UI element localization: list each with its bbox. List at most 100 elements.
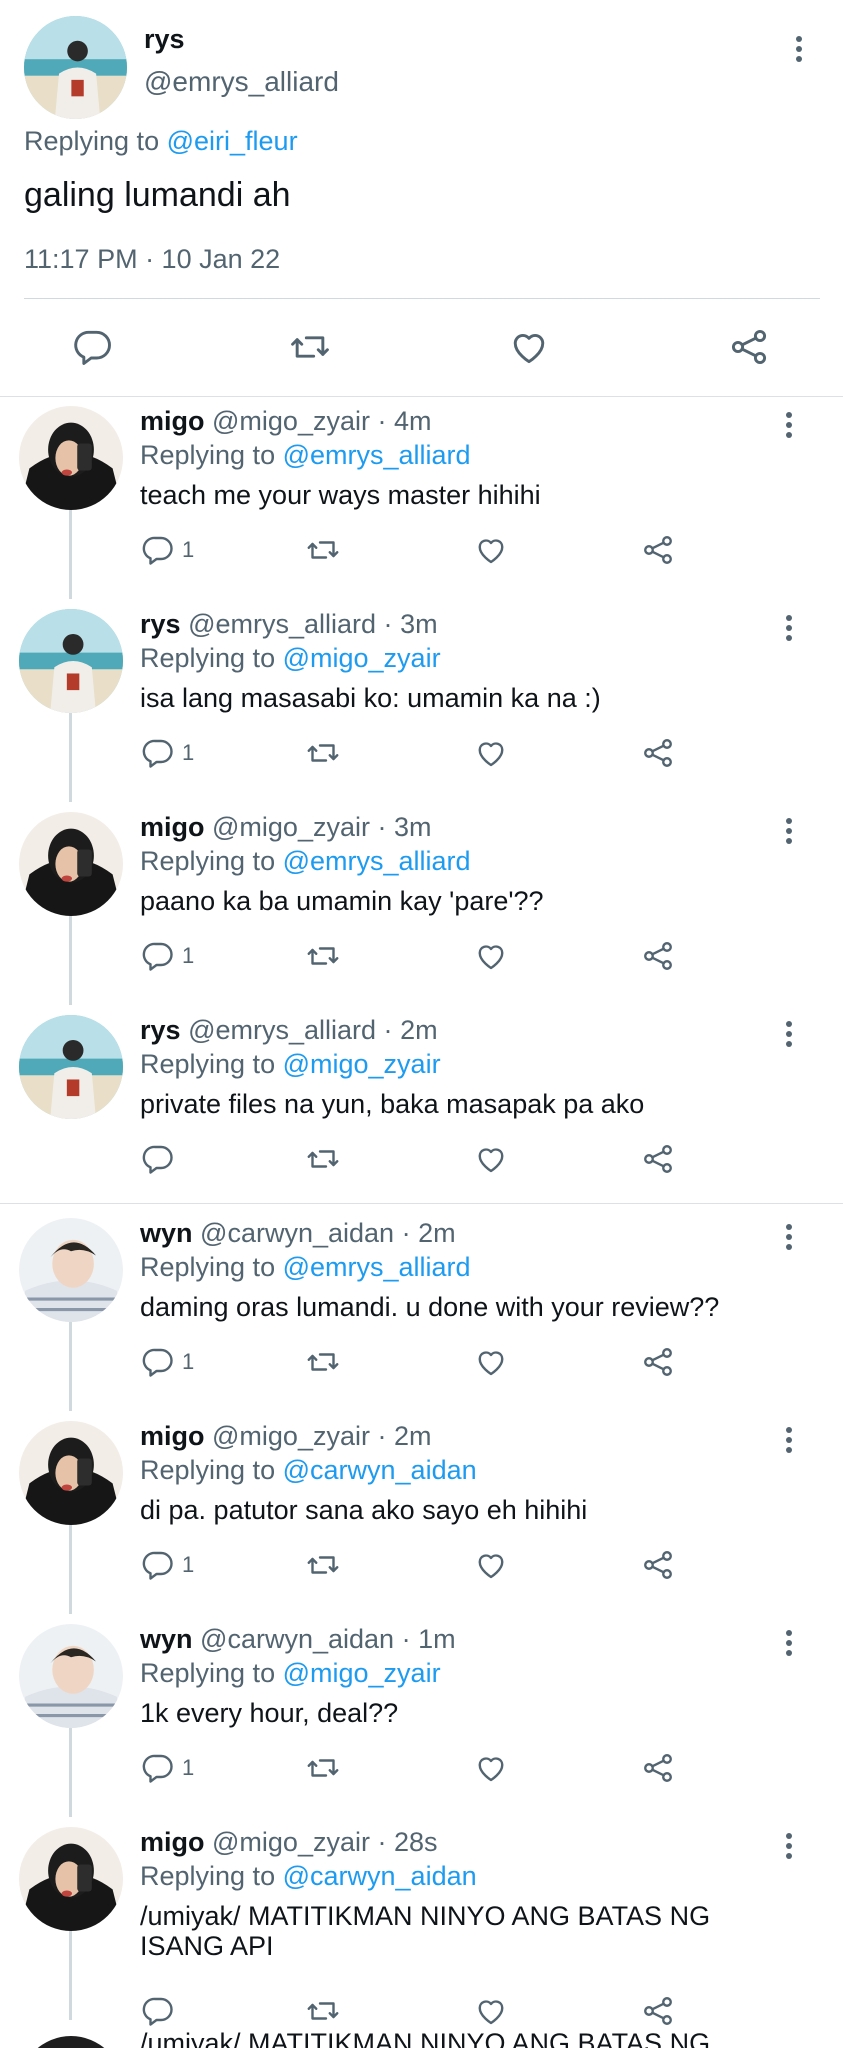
more-options-icon[interactable] (777, 1831, 801, 1861)
retweet-icon[interactable] (305, 938, 341, 974)
author-handle[interactable]: @carwyn_aidan (200, 1218, 394, 1248)
reply-icon[interactable] (140, 1750, 176, 1786)
avatar[interactable] (19, 812, 123, 916)
replying-to-link[interactable]: @carwyn_aidan (283, 1861, 477, 1891)
reply-button[interactable]: 1 (140, 1547, 194, 1583)
reply-time[interactable]: 3m (394, 812, 432, 842)
share-icon[interactable] (640, 532, 676, 568)
author-name[interactable]: rys (140, 609, 181, 639)
like-icon[interactable] (473, 532, 509, 568)
share-icon[interactable] (640, 938, 676, 974)
author-name[interactable]: rys (140, 1015, 181, 1045)
author-handle[interactable]: @emrys_alliard (188, 1015, 376, 1045)
reply-tweet[interactable]: migo @migo_zyair · 4m Replying to @emrys… (0, 396, 843, 599)
share-icon[interactable] (640, 1993, 676, 2029)
author-handle[interactable]: @emrys_alliard (188, 609, 376, 639)
share-icon[interactable] (640, 1547, 676, 1583)
share-icon[interactable] (640, 1344, 676, 1380)
reply-time[interactable]: 2m (418, 1218, 456, 1248)
reply-time[interactable]: 28s (394, 1827, 438, 1857)
replying-to-link[interactable]: @migo_zyair (283, 643, 441, 673)
reply-icon[interactable] (140, 1993, 176, 2029)
like-icon[interactable] (473, 735, 509, 771)
author-name[interactable]: wyn (140, 1218, 193, 1248)
reply-button[interactable]: 1 (140, 1344, 194, 1380)
more-options-icon[interactable] (777, 1222, 801, 1252)
reply-button[interactable] (140, 1993, 182, 2029)
retweet-icon[interactable] (305, 1141, 341, 1177)
reply-button[interactable]: 1 (140, 1750, 194, 1786)
more-options-icon[interactable] (787, 34, 811, 64)
replying-to-link[interactable]: @eiri_fleur (167, 126, 298, 156)
reply-tweet[interactable]: wyn @carwyn_aidan · 2m Replying to @emry… (0, 1208, 843, 1411)
replying-to-link[interactable]: @migo_zyair (283, 1658, 441, 1688)
reply-tweet[interactable]: migo @migo_zyair · 2m Replying to @carwy… (0, 1411, 843, 1614)
replying-to-link[interactable]: @carwyn_aidan (283, 1455, 477, 1485)
reply-button[interactable] (140, 1141, 182, 1177)
reply-time[interactable]: 2m (400, 1015, 438, 1045)
like-icon[interactable] (473, 1993, 509, 2029)
author-handle[interactable]: @migo_zyair (212, 812, 370, 842)
like-icon[interactable] (473, 1750, 509, 1786)
author-name[interactable]: migo (140, 1827, 205, 1857)
author-handle[interactable]: @migo_zyair (212, 406, 370, 436)
reply-button[interactable]: 1 (140, 938, 194, 974)
more-options-icon[interactable] (777, 816, 801, 846)
like-icon[interactable] (473, 1141, 509, 1177)
retweet-icon[interactable] (305, 1344, 341, 1380)
tweet-timestamp[interactable]: 11:17 PM · 10 Jan 22 (24, 244, 280, 275)
more-options-icon[interactable] (777, 410, 801, 440)
author-handle[interactable]: @carwyn_aidan (200, 1624, 394, 1654)
like-icon[interactable] (473, 1344, 509, 1380)
author-name[interactable]: rys (144, 24, 185, 55)
reply-button[interactable]: 1 (140, 532, 194, 568)
avatar[interactable] (19, 1015, 123, 1119)
retweet-icon[interactable] (305, 735, 341, 771)
share-icon[interactable] (640, 735, 676, 771)
reply-time[interactable]: 4m (394, 406, 432, 436)
reply-time[interactable]: 2m (394, 1421, 432, 1451)
avatar[interactable] (19, 1827, 123, 1931)
replying-to-link[interactable]: @migo_zyair (283, 1049, 441, 1079)
reply-button[interactable]: 1 (140, 735, 194, 771)
retweet-icon[interactable] (305, 1750, 341, 1786)
share-icon[interactable] (640, 1141, 676, 1177)
reply-icon[interactable] (140, 735, 176, 771)
author-handle[interactable]: @emrys_alliard (144, 66, 339, 98)
avatar[interactable] (19, 609, 123, 713)
avatar[interactable] (19, 1624, 123, 1728)
more-options-icon[interactable] (777, 1425, 801, 1455)
like-icon[interactable] (473, 1547, 509, 1583)
reply-tweet[interactable]: migo @migo_zyair · 28s Replying to @carw… (0, 1817, 843, 2026)
retweet-icon[interactable] (305, 1547, 341, 1583)
avatar[interactable] (24, 16, 127, 119)
retweet-icon[interactable] (305, 532, 341, 568)
avatar[interactable] (19, 406, 123, 510)
reply-icon[interactable] (140, 1547, 176, 1583)
reply-tweet[interactable]: rys @emrys_alliard · 2m Replying to @mig… (0, 1005, 843, 1208)
share-icon[interactable] (640, 1750, 676, 1786)
author-name[interactable]: migo (140, 1421, 205, 1451)
reply-tweet[interactable]: wyn @carwyn_aidan · 1m Replying to @migo… (0, 1614, 843, 1817)
reply-time[interactable]: 3m (400, 609, 438, 639)
replying-to-link[interactable]: @emrys_alliard (283, 846, 471, 876)
more-options-icon[interactable] (777, 1628, 801, 1658)
replying-to-link[interactable]: @emrys_alliard (283, 440, 471, 470)
author-handle[interactable]: @migo_zyair (212, 1827, 370, 1857)
share-icon[interactable] (727, 325, 771, 369)
like-icon[interactable] (507, 325, 551, 369)
more-options-icon[interactable] (777, 613, 801, 643)
avatar[interactable] (19, 1421, 123, 1525)
author-handle[interactable]: @migo_zyair (212, 1421, 370, 1451)
avatar[interactable] (19, 1218, 123, 1322)
avatar[interactable] (19, 2036, 123, 2048)
reply-icon[interactable] (140, 532, 176, 568)
reply-icon[interactable] (140, 938, 176, 974)
author-name[interactable]: migo (140, 406, 205, 436)
author-name[interactable]: wyn (140, 1624, 193, 1654)
author-name[interactable]: migo (140, 812, 205, 842)
retweet-icon[interactable] (305, 1993, 341, 2029)
like-icon[interactable] (473, 938, 509, 974)
reply-icon[interactable] (71, 325, 115, 369)
reply-tweet[interactable]: rys @emrys_alliard · 3m Replying to @mig… (0, 599, 843, 802)
